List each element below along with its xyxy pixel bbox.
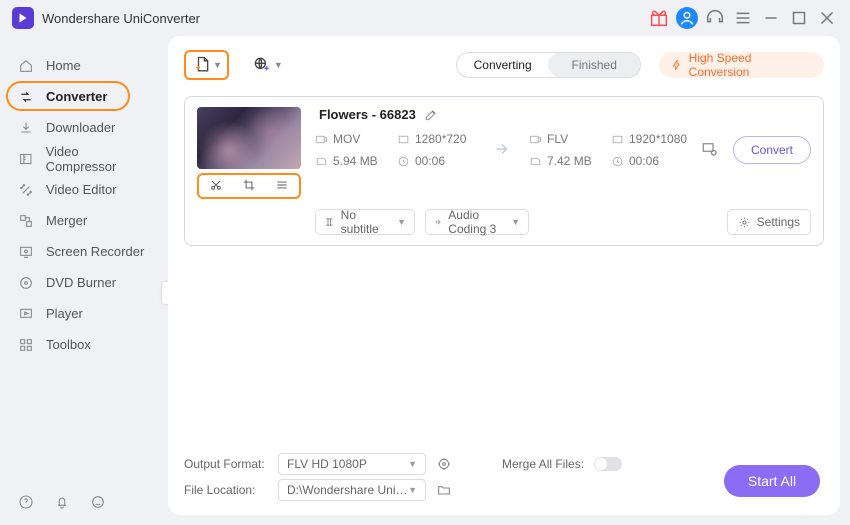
audio-select[interactable]: Audio Coding 3▼ <box>425 209 529 235</box>
rename-icon[interactable] <box>424 108 438 122</box>
sidebar-item-compressor[interactable]: Video Compressor <box>0 143 168 174</box>
minimize-button[interactable] <box>760 7 782 29</box>
sidebar-item-label: Screen Recorder <box>46 244 144 259</box>
sidebar-item-home[interactable]: Home <box>0 50 168 81</box>
dst-format: FLV <box>547 132 568 146</box>
sidebar-item-dvd[interactable]: DVD Burner <box>0 267 168 298</box>
sidebar-item-downloader[interactable]: Downloader <box>0 112 168 143</box>
sidebar-item-player[interactable]: Player <box>0 298 168 329</box>
convert-button[interactable]: Convert <box>733 136 811 164</box>
file-location-label: File Location: <box>184 483 268 497</box>
edit-tools <box>197 173 301 199</box>
add-url-button[interactable]: ▼ <box>247 50 288 80</box>
sidebar-item-label: Merger <box>46 213 87 228</box>
menu-icon[interactable] <box>732 7 754 29</box>
output-format-select[interactable]: FLV HD 1080P▼ <box>278 453 426 475</box>
src-resolution: 1280*720 <box>415 132 466 146</box>
output-format-label: Output Format: <box>184 457 268 471</box>
output-settings-icon[interactable] <box>701 140 719 161</box>
app-title: Wondershare UniConverter <box>42 11 642 26</box>
sidebar-item-recorder[interactable]: Screen Recorder <box>0 236 168 267</box>
close-button[interactable] <box>816 7 838 29</box>
arrow-icon <box>491 138 513 163</box>
sidebar-item-label: Video Compressor <box>46 144 150 174</box>
tab-finished[interactable]: Finished <box>548 53 640 77</box>
tab-converting[interactable]: Converting <box>457 53 549 77</box>
sidebar-item-converter[interactable]: Converter <box>0 81 168 112</box>
bell-icon[interactable] <box>54 494 70 513</box>
sidebar-item-editor[interactable]: Video Editor <box>0 174 168 205</box>
status-tabs: Converting Finished <box>456 52 641 78</box>
format-settings-icon[interactable] <box>436 456 452 472</box>
dst-duration: 00:06 <box>629 154 659 168</box>
src-format: MOV <box>333 132 360 146</box>
src-duration: 00:06 <box>415 154 445 168</box>
sidebar-item-label: Toolbox <box>46 337 91 352</box>
sidebar-item-toolbox[interactable]: Toolbox <box>0 329 168 360</box>
gift-icon[interactable] <box>648 7 670 29</box>
dst-resolution: 1920*1080 <box>629 132 687 146</box>
sidebar-item-label: Video Editor <box>46 182 117 197</box>
crop-icon[interactable] <box>242 178 256 195</box>
sidebar-item-merger[interactable]: Merger <box>0 205 168 236</box>
merge-toggle[interactable] <box>594 457 622 471</box>
sidebar-item-label: Player <box>46 306 83 321</box>
file-name: Flowers - 66823 <box>319 107 416 122</box>
settings-button[interactable]: Settings <box>727 209 811 235</box>
file-card: Flowers - 66823 MOV 5.94 MB 1280*720 00:… <box>184 96 824 246</box>
effects-icon[interactable] <box>275 178 289 195</box>
sidebar-item-label: Downloader <box>46 120 115 135</box>
open-folder-icon[interactable] <box>436 482 452 498</box>
merge-label: Merge All Files: <box>502 457 584 471</box>
support-icon[interactable] <box>704 7 726 29</box>
file-location-select[interactable]: D:\Wondershare UniConverter 1▼ <box>278 479 426 501</box>
add-file-button[interactable]: ▼ <box>184 50 229 80</box>
src-size: 5.94 MB <box>333 154 378 168</box>
high-speed-badge[interactable]: High Speed Conversion <box>659 52 824 78</box>
help-icon[interactable] <box>18 494 34 513</box>
main-panel: ▼ ▼ Converting Finished High Speed Conve… <box>168 36 840 515</box>
video-thumbnail[interactable] <box>197 107 301 169</box>
cut-icon[interactable] <box>209 178 223 195</box>
maximize-button[interactable] <box>788 7 810 29</box>
subtitle-select[interactable]: No subtitle▼ <box>315 209 415 235</box>
sidebar-item-label: Home <box>46 58 81 73</box>
app-logo <box>12 7 34 29</box>
start-all-button[interactable]: Start All <box>724 465 820 497</box>
sidebar-item-label: Converter <box>46 89 107 104</box>
sidebar-item-label: DVD Burner <box>46 275 116 290</box>
user-avatar[interactable] <box>676 7 698 29</box>
feedback-icon[interactable] <box>90 494 106 513</box>
dst-size: 7.42 MB <box>547 154 592 168</box>
sidebar: Home Converter Downloader Video Compress… <box>0 36 168 525</box>
